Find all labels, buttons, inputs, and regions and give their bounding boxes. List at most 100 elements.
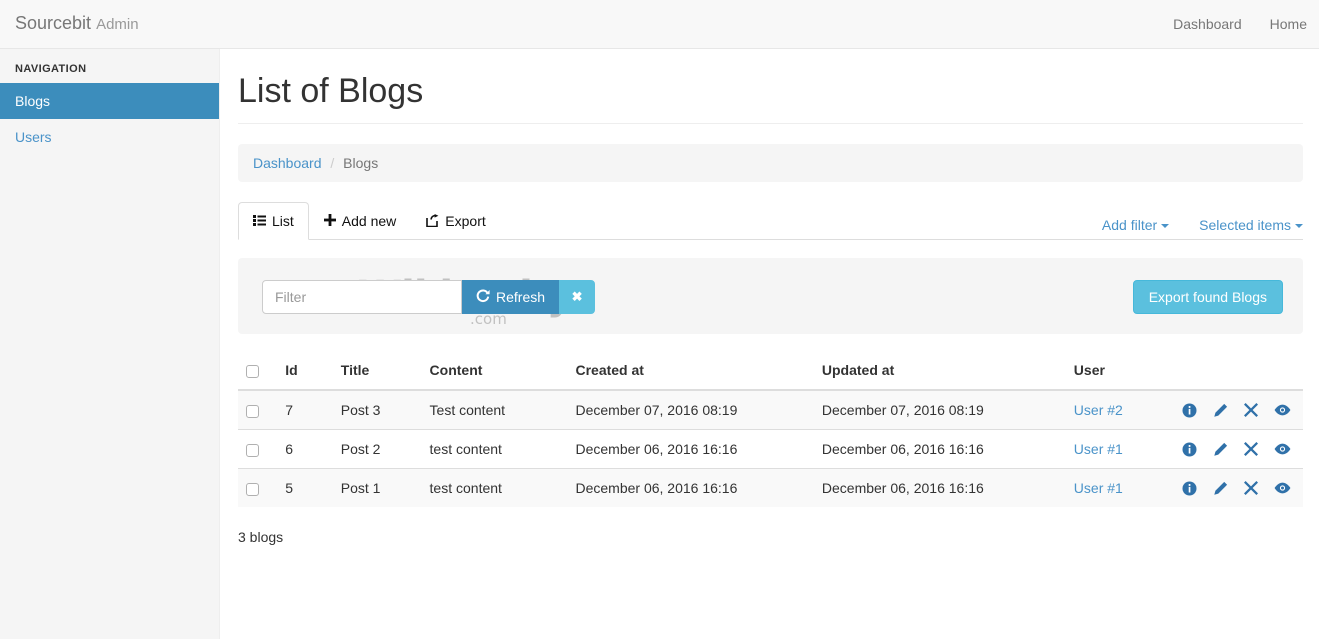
table-body: 7 Post 3 Test content December 07, 2016 …: [238, 390, 1303, 507]
tab-list: List Add new: [238, 202, 501, 240]
header-updated-at[interactable]: Updated at: [814, 352, 1066, 390]
refresh-icon: [476, 289, 490, 306]
row-checkbox[interactable]: [246, 483, 259, 496]
cell-created-at: December 06, 2016 16:16: [567, 469, 813, 508]
cell-content: test content: [422, 469, 568, 508]
header-content[interactable]: Content: [422, 352, 568, 390]
sidebar-header: NAVIGATION: [0, 49, 219, 83]
refresh-button[interactable]: Refresh: [462, 280, 559, 314]
navbar-links: Dashboard Home: [1173, 14, 1307, 34]
blogs-table-container: Id Title Content Created at Updated at U…: [238, 352, 1303, 507]
select-all-header: [238, 352, 277, 390]
cell-created-at: December 07, 2016 08:19: [567, 390, 813, 430]
cell-updated-at: December 06, 2016 16:16: [814, 430, 1066, 469]
delete-x-icon[interactable]: [1244, 481, 1258, 495]
navbar-link-home[interactable]: Home: [1270, 14, 1307, 34]
cell-actions: [1174, 390, 1303, 430]
edit-pencil-icon[interactable]: [1213, 481, 1228, 496]
view-eye-icon[interactable]: [1274, 404, 1291, 416]
breadcrumb-link-dashboard[interactable]: Dashboard: [253, 155, 322, 171]
tab-add-new[interactable]: Add new: [309, 202, 411, 240]
filter-input-group: Refresh ✖: [262, 280, 595, 314]
select-all-checkbox[interactable]: [246, 365, 259, 378]
tab-label: Add new: [342, 211, 396, 231]
cell-user: User #1: [1066, 430, 1174, 469]
add-filter-dropdown[interactable]: Add filter: [1102, 215, 1169, 235]
clear-filter-button[interactable]: ✖: [559, 280, 595, 314]
header-title[interactable]: Title: [333, 352, 422, 390]
breadcrumb-current: Blogs: [343, 155, 378, 171]
cell-actions: [1174, 430, 1303, 469]
info-icon[interactable]: [1182, 481, 1197, 496]
info-icon[interactable]: [1182, 403, 1197, 418]
list-icon: [253, 215, 266, 228]
tab-list-view[interactable]: List: [238, 202, 309, 240]
row-checkbox[interactable]: [246, 405, 259, 418]
row-select-cell: [238, 430, 277, 469]
plus-icon: [324, 214, 336, 228]
tab-label: List: [272, 211, 294, 231]
edit-pencil-icon[interactable]: [1213, 442, 1228, 457]
cell-title: Post 3: [333, 390, 422, 430]
row-select-cell: [238, 469, 277, 508]
filter-input[interactable]: [262, 280, 462, 314]
row-action-group: [1182, 481, 1295, 496]
cell-content: test content: [422, 430, 568, 469]
cell-updated-at: December 06, 2016 16:16: [814, 469, 1066, 508]
tab-bar-actions: Add filter Selected items: [1102, 215, 1303, 235]
blogs-table: Id Title Content Created at Updated at U…: [238, 352, 1303, 507]
view-eye-icon[interactable]: [1274, 482, 1291, 494]
title-divider: [238, 123, 1303, 124]
refresh-label: Refresh: [496, 289, 545, 305]
cell-id: 6: [277, 430, 333, 469]
tab-label: Export: [445, 211, 485, 231]
delete-x-icon[interactable]: [1244, 403, 1258, 417]
cell-user: User #1: [1066, 469, 1174, 508]
header-id[interactable]: Id: [277, 352, 333, 390]
table-header-row: Id Title Content Created at Updated at U…: [238, 352, 1303, 390]
delete-x-icon[interactable]: [1244, 442, 1258, 456]
sidebar: NAVIGATION Blogs Users: [0, 49, 220, 639]
tab-export[interactable]: Export: [411, 202, 500, 240]
table-row[interactable]: 6 Post 2 test content December 06, 2016 …: [238, 430, 1303, 469]
selected-items-dropdown[interactable]: Selected items: [1199, 215, 1303, 235]
export-found-blogs-button[interactable]: Export found Blogs: [1133, 280, 1283, 314]
table-row[interactable]: 7 Post 3 Test content December 07, 2016 …: [238, 390, 1303, 430]
user-link[interactable]: User #1: [1074, 441, 1123, 457]
external-share-icon: [426, 214, 439, 229]
header-user[interactable]: User: [1066, 352, 1174, 390]
tab-bar: List Add new: [238, 201, 1303, 240]
cell-title: Post 2: [333, 430, 422, 469]
watermark-subtext: .com: [470, 312, 507, 327]
record-count: 3 blogs: [238, 527, 1303, 547]
caret-down-icon: [1161, 224, 1169, 228]
row-checkbox[interactable]: [246, 444, 259, 457]
selected-items-label: Selected items: [1199, 217, 1291, 233]
row-action-group: [1182, 403, 1295, 418]
cell-updated-at: December 07, 2016 08:19: [814, 390, 1066, 430]
user-link[interactable]: User #1: [1074, 480, 1123, 496]
sidebar-item-blogs[interactable]: Blogs: [0, 83, 219, 119]
add-filter-label: Add filter: [1102, 217, 1157, 233]
table-row[interactable]: 5 Post 1 test content December 06, 2016 …: [238, 469, 1303, 508]
cell-title: Post 1: [333, 469, 422, 508]
cell-content: Test content: [422, 390, 568, 430]
edit-pencil-icon[interactable]: [1213, 403, 1228, 418]
info-icon[interactable]: [1182, 442, 1197, 457]
user-link[interactable]: User #2: [1074, 402, 1123, 418]
breadcrumb: Dashboard / Blogs: [238, 144, 1303, 182]
top-navbar: Sourcebit Admin Dashboard Home: [0, 0, 1319, 49]
caret-down-icon: [1295, 224, 1303, 228]
navbar-link-dashboard[interactable]: Dashboard: [1173, 14, 1242, 34]
row-select-cell: [238, 390, 277, 430]
header-created-at[interactable]: Created at: [567, 352, 813, 390]
brand-suffix: Admin: [96, 16, 139, 33]
brand-name: Sourcebit: [15, 13, 91, 33]
cell-id: 7: [277, 390, 333, 430]
brand-logo[interactable]: Sourcebit Admin: [15, 13, 139, 35]
cell-user: User #2: [1066, 390, 1174, 430]
table-head: Id Title Content Created at Updated at U…: [238, 352, 1303, 390]
main-content: List of Blogs Dashboard / Blogs: [220, 49, 1319, 639]
sidebar-item-users[interactable]: Users: [0, 119, 219, 155]
view-eye-icon[interactable]: [1274, 443, 1291, 455]
